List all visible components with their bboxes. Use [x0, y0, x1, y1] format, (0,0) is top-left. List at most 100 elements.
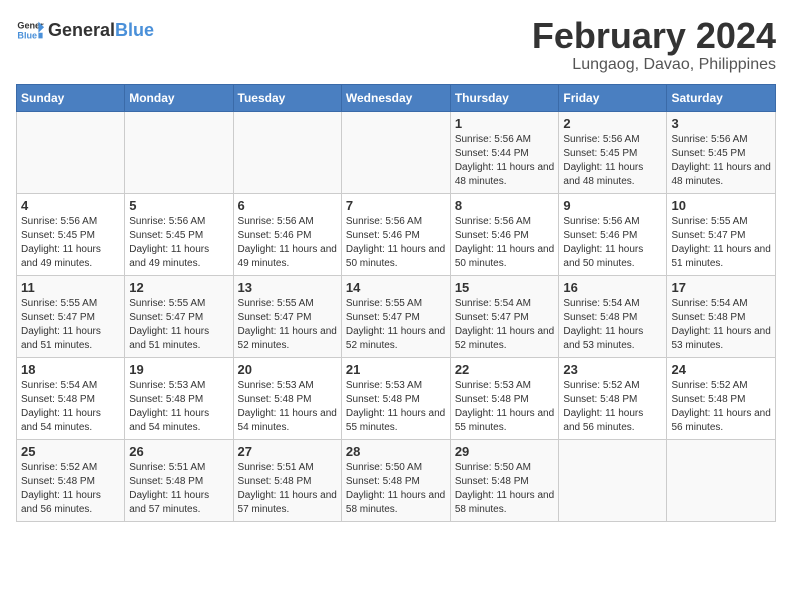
day-number: 11 [21, 280, 120, 295]
logo: General Blue General Blue [16, 16, 154, 44]
day-number: 23 [563, 362, 662, 377]
day-number: 2 [563, 116, 662, 131]
day-number: 21 [346, 362, 446, 377]
day-number: 9 [563, 198, 662, 213]
calendar-cell: 2 Sunrise: 5:56 AM Sunset: 5:45 PM Daylig… [559, 111, 667, 193]
calendar-cell: 20Sunrise: 5:53 AM Sunset: 5:48 PM Dayli… [233, 357, 341, 439]
calendar-cell: 21 Sunrise: 5:53 AM Sunset: 5:48 PM Dayli… [341, 357, 450, 439]
calendar-cell: 5Sunrise: 5:56 AM Sunset: 5:45 PM Daylig… [125, 193, 233, 275]
day-number: 1 [455, 116, 555, 131]
calendar-cell [125, 111, 233, 193]
calendar-table: SundayMondayTuesdayWednesdayThursdayFrid… [16, 84, 776, 522]
day-number: 4 [21, 198, 120, 213]
day-info: Sunrise: 5:56 AM Sunset: 5:45 PM Dayligh… [129, 215, 228, 271]
calendar-week-row: 4 Sunrise: 5:56 AM Sunset: 5:45 PM Daylig… [17, 193, 776, 275]
day-info: Sunrise: 5:56 AM Sunset: 5:45 PM Dayligh… [563, 133, 662, 189]
calendar-cell: 9 Sunrise: 5:56 AM Sunset: 5:46 PM Daylig… [559, 193, 667, 275]
calendar-cell: 18Sunrise: 5:54 AM Sunset: 5:48 PM Dayli… [17, 357, 125, 439]
logo-icon: General Blue [16, 16, 44, 44]
day-number: 13 [238, 280, 337, 295]
day-info: Sunrise: 5:51 AM Sunset: 5:48 PM Dayligh… [129, 461, 228, 517]
calendar-cell: 8 Sunrise: 5:56 AM Sunset: 5:46 PM Daylig… [450, 193, 559, 275]
day-info: Sunrise: 5:55 AM Sunset: 5:47 PM Dayligh… [346, 297, 446, 353]
day-info: Sunrise: 5:54 AM Sunset: 5:48 PM Dayligh… [563, 297, 662, 353]
day-info: Sunrise: 5:56 AM Sunset: 5:44 PM Dayligh… [455, 133, 555, 189]
calendar-cell: 11 Sunrise: 5:55 AM Sunset: 5:47 PM Dayli… [17, 275, 125, 357]
calendar-cell: 26Sunrise: 5:51 AM Sunset: 5:48 PM Dayli… [125, 439, 233, 521]
logo-general-text: General [48, 20, 115, 41]
calendar-week-row: 11 Sunrise: 5:55 AM Sunset: 5:47 PM Dayli… [17, 275, 776, 357]
calendar-cell: 25 Sunrise: 5:52 AM Sunset: 5:48 PM Dayli… [17, 439, 125, 521]
day-info: Sunrise: 5:56 AM Sunset: 5:46 PM Dayligh… [346, 215, 446, 271]
calendar-cell [341, 111, 450, 193]
calendar-cell: 3 Sunrise: 5:56 AM Sunset: 5:45 PM Daylig… [667, 111, 776, 193]
weekday-header-tuesday: Tuesday [233, 84, 341, 111]
day-info: Sunrise: 5:53 AM Sunset: 5:48 PM Dayligh… [238, 379, 337, 435]
day-number: 25 [21, 444, 120, 459]
calendar-cell: 16 Sunrise: 5:54 AM Sunset: 5:48 PM Dayli… [559, 275, 667, 357]
day-info: Sunrise: 5:55 AM Sunset: 5:47 PM Dayligh… [21, 297, 120, 353]
calendar-cell: 12Sunrise: 5:55 AM Sunset: 5:47 PM Dayli… [125, 275, 233, 357]
calendar-cell [667, 439, 776, 521]
day-number: 16 [563, 280, 662, 295]
day-number: 27 [238, 444, 337, 459]
day-number: 24 [671, 362, 771, 377]
day-number: 3 [671, 116, 771, 131]
weekday-header-saturday: Saturday [667, 84, 776, 111]
weekday-header-sunday: Sunday [17, 84, 125, 111]
calendar-cell: 6Sunrise: 5:56 AM Sunset: 5:46 PM Daylig… [233, 193, 341, 275]
calendar-cell: 22Sunrise: 5:53 AM Sunset: 5:48 PM Dayli… [450, 357, 559, 439]
weekday-header-friday: Friday [559, 84, 667, 111]
weekday-header-thursday: Thursday [450, 84, 559, 111]
calendar-cell: 1 Sunrise: 5:56 AM Sunset: 5:44 PM Daylig… [450, 111, 559, 193]
day-info: Sunrise: 5:56 AM Sunset: 5:45 PM Dayligh… [21, 215, 120, 271]
day-number: 8 [455, 198, 555, 213]
calendar-cell: 24 Sunrise: 5:52 AM Sunset: 5:48 PM Dayli… [667, 357, 776, 439]
day-info: Sunrise: 5:56 AM Sunset: 5:45 PM Dayligh… [671, 133, 771, 189]
day-number: 29 [455, 444, 555, 459]
day-info: Sunrise: 5:55 AM Sunset: 5:47 PM Dayligh… [671, 215, 771, 271]
day-info: Sunrise: 5:50 AM Sunset: 5:48 PM Dayligh… [346, 461, 446, 517]
day-info: Sunrise: 5:52 AM Sunset: 5:48 PM Dayligh… [563, 379, 662, 435]
day-info: Sunrise: 5:53 AM Sunset: 5:48 PM Dayligh… [346, 379, 446, 435]
day-info: Sunrise: 5:55 AM Sunset: 5:47 PM Dayligh… [238, 297, 337, 353]
day-info: Sunrise: 5:56 AM Sunset: 5:46 PM Dayligh… [238, 215, 337, 271]
calendar-cell: 27 Sunrise: 5:51 AM Sunset: 5:48 PM Dayli… [233, 439, 341, 521]
day-number: 15 [455, 280, 555, 295]
day-info: Sunrise: 5:52 AM Sunset: 5:48 PM Dayligh… [671, 379, 771, 435]
page-header: General Blue General Blue February 2024 … [16, 16, 776, 74]
day-number: 12 [129, 280, 228, 295]
calendar-week-row: 18Sunrise: 5:54 AM Sunset: 5:48 PM Dayli… [17, 357, 776, 439]
day-info: Sunrise: 5:56 AM Sunset: 5:46 PM Dayligh… [455, 215, 555, 271]
title-area: February 2024 Lungaog, Davao, Philippine… [532, 16, 776, 74]
calendar-cell [17, 111, 125, 193]
day-info: Sunrise: 5:53 AM Sunset: 5:48 PM Dayligh… [455, 379, 555, 435]
day-info: Sunrise: 5:53 AM Sunset: 5:48 PM Dayligh… [129, 379, 228, 435]
calendar-cell: 10 Sunrise: 5:55 AM Sunset: 5:47 PM Dayli… [667, 193, 776, 275]
calendar-cell: 19 Sunrise: 5:53 AM Sunset: 5:48 PM Dayli… [125, 357, 233, 439]
calendar-cell: 4 Sunrise: 5:56 AM Sunset: 5:45 PM Daylig… [17, 193, 125, 275]
day-info: Sunrise: 5:52 AM Sunset: 5:48 PM Dayligh… [21, 461, 120, 517]
calendar-cell: 29 Sunrise: 5:50 AM Sunset: 5:48 PM Dayli… [450, 439, 559, 521]
day-number: 10 [671, 198, 771, 213]
day-info: Sunrise: 5:54 AM Sunset: 5:48 PM Dayligh… [671, 297, 771, 353]
calendar-cell [233, 111, 341, 193]
page-title: February 2024 [532, 16, 776, 56]
day-number: 7 [346, 198, 446, 213]
logo-blue-text: Blue [115, 20, 154, 41]
weekday-header-wednesday: Wednesday [341, 84, 450, 111]
calendar-week-row: 1 Sunrise: 5:56 AM Sunset: 5:44 PM Daylig… [17, 111, 776, 193]
day-number: 14 [346, 280, 446, 295]
day-info: Sunrise: 5:50 AM Sunset: 5:48 PM Dayligh… [455, 461, 555, 517]
day-number: 19 [129, 362, 228, 377]
calendar-cell: 28Sunrise: 5:50 AM Sunset: 5:48 PM Dayli… [341, 439, 450, 521]
calendar-cell: 17Sunrise: 5:54 AM Sunset: 5:48 PM Dayli… [667, 275, 776, 357]
calendar-cell: 13 Sunrise: 5:55 AM Sunset: 5:47 PM Dayli… [233, 275, 341, 357]
day-info: Sunrise: 5:51 AM Sunset: 5:48 PM Dayligh… [238, 461, 337, 517]
day-info: Sunrise: 5:54 AM Sunset: 5:48 PM Dayligh… [21, 379, 120, 435]
calendar-cell: 15 Sunrise: 5:54 AM Sunset: 5:47 PM Dayli… [450, 275, 559, 357]
day-info: Sunrise: 5:56 AM Sunset: 5:46 PM Dayligh… [563, 215, 662, 271]
day-info: Sunrise: 5:54 AM Sunset: 5:47 PM Dayligh… [455, 297, 555, 353]
calendar-cell: 7 Sunrise: 5:56 AM Sunset: 5:46 PM Daylig… [341, 193, 450, 275]
svg-text:Blue: Blue [17, 30, 37, 40]
